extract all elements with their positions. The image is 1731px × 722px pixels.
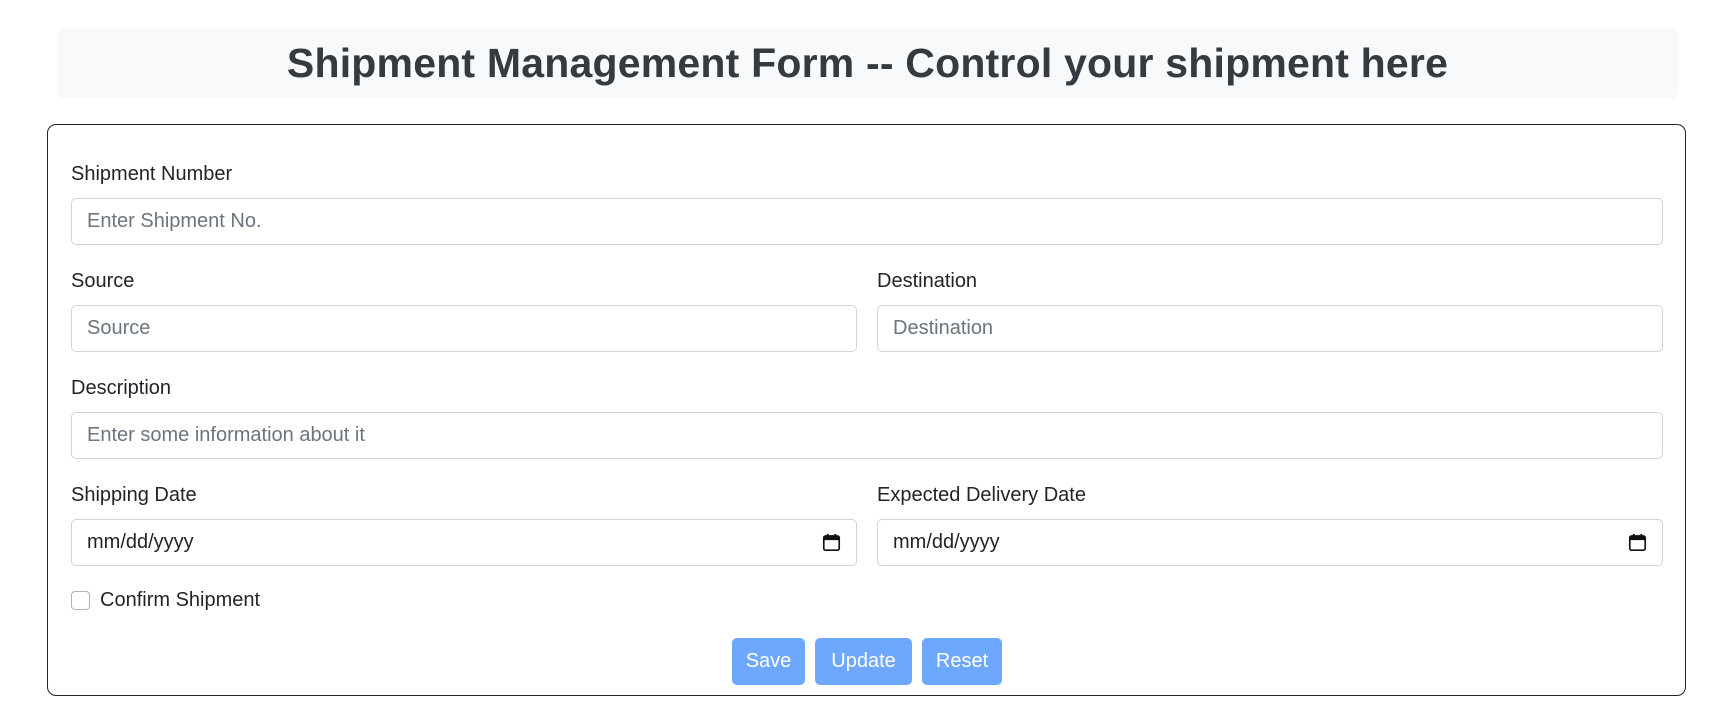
expected-delivery-date-input[interactable]: mm/dd/yyyy (877, 519, 1663, 566)
confirm-shipment-label[interactable]: Confirm Shipment (100, 588, 260, 612)
shipment-number-input[interactable] (71, 198, 1663, 245)
shipment-number-label: Shipment Number (71, 163, 233, 185)
source-input[interactable] (71, 305, 857, 352)
shipping-date-label: Shipping Date (71, 484, 197, 506)
calendar-icon[interactable] (822, 533, 841, 552)
destination-label: Destination (877, 270, 978, 292)
save-button[interactable]: Save (732, 638, 805, 685)
page-title: Shipment Management Form -- Control your… (286, 39, 1449, 86)
description-label: Description (71, 377, 172, 399)
update-button[interactable]: Update (815, 638, 912, 685)
expected-delivery-date-value: mm/dd/yyyy (893, 531, 1000, 553)
description-input[interactable] (71, 412, 1663, 459)
destination-input[interactable] (877, 305, 1663, 352)
page-header: Shipment Management Form -- Control your… (57, 28, 1678, 98)
expected-delivery-date-label: Expected Delivery Date (877, 484, 1086, 506)
calendar-icon[interactable] (1628, 533, 1647, 552)
shipping-date-value: mm/dd/yyyy (87, 531, 194, 553)
confirm-shipment-checkbox[interactable] (71, 591, 90, 610)
source-label: Source (71, 270, 135, 292)
reset-button[interactable]: Reset (922, 638, 1002, 685)
shipping-date-input[interactable]: mm/dd/yyyy (71, 519, 857, 566)
